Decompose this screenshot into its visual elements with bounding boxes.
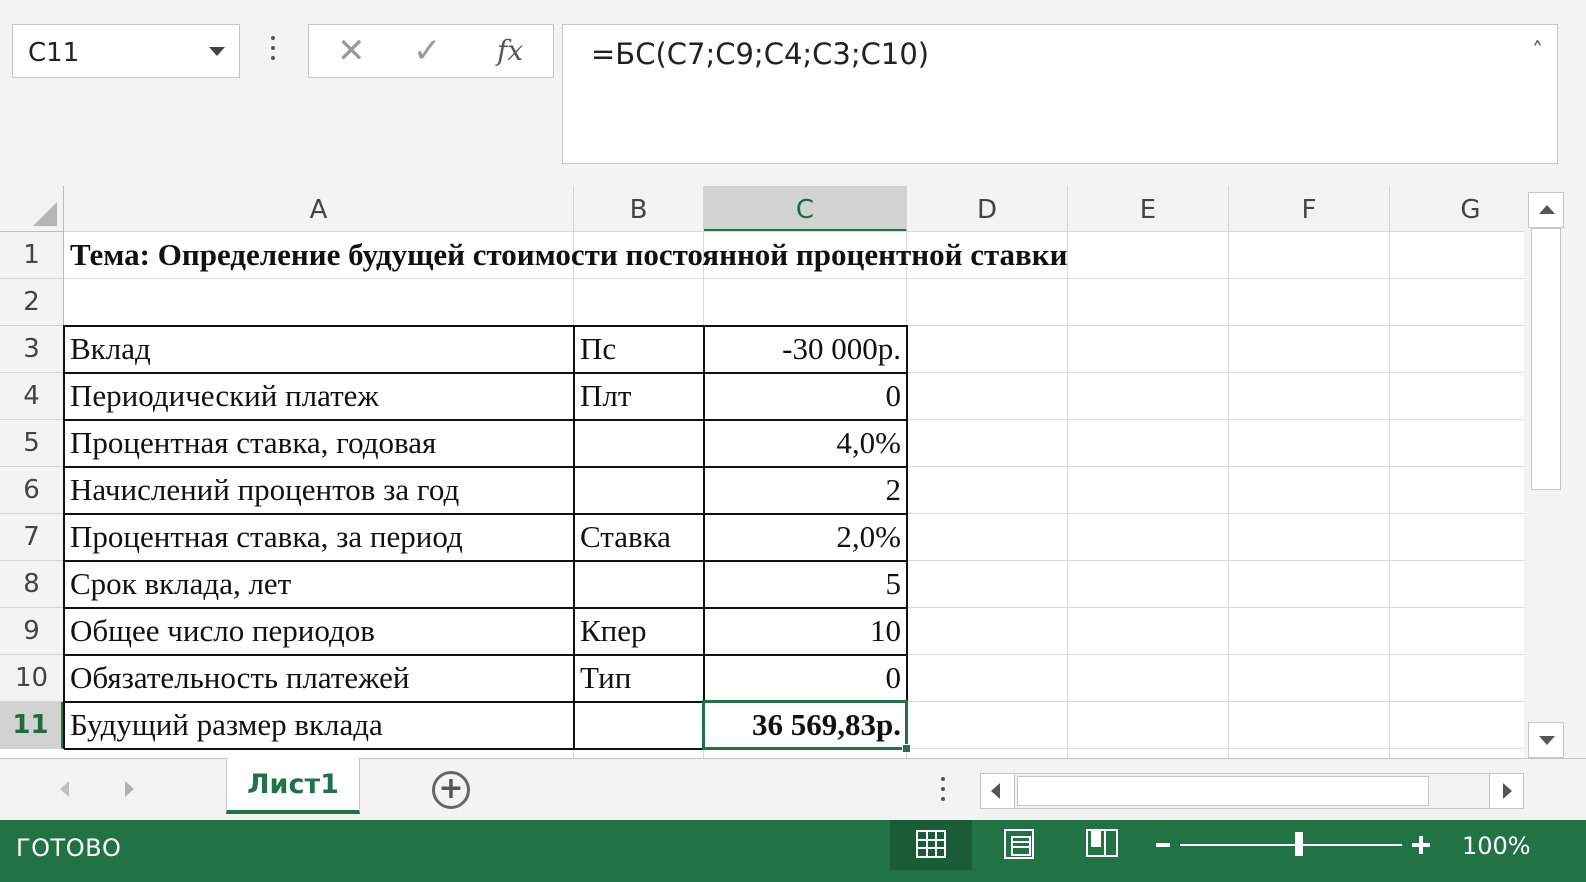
cell-a3[interactable]: Вклад	[64, 326, 574, 373]
zoom-slider-thumb[interactable]	[1295, 832, 1303, 856]
chevron-down-icon[interactable]	[209, 47, 225, 56]
insert-function-icon[interactable]: fx	[497, 31, 523, 71]
cell-b4[interactable]: Плт	[574, 373, 704, 420]
more-vertical-icon[interactable]	[266, 36, 280, 66]
column-header-a[interactable]: A	[64, 186, 574, 232]
cell-b5[interactable]	[574, 420, 704, 467]
gridline-vertical	[1067, 232, 1068, 758]
page-layout-icon	[1004, 829, 1034, 859]
cell-b11[interactable]	[574, 702, 704, 749]
column-header-c[interactable]: C	[704, 186, 907, 232]
normal-view-icon	[916, 830, 946, 858]
cell-a4[interactable]: Периодический платеж	[64, 373, 574, 420]
row-header-8[interactable]: 8	[0, 561, 64, 608]
zoom-out-icon[interactable]	[1156, 843, 1170, 847]
row-header-1[interactable]: 1	[0, 232, 64, 279]
previous-sheet-icon[interactable]	[60, 781, 69, 797]
cell-c3[interactable]: -30 000р.	[704, 326, 907, 373]
horizontal-scrollbar[interactable]	[980, 773, 1524, 809]
scroll-left-button[interactable]	[981, 774, 1015, 808]
next-sheet-icon[interactable]	[125, 781, 134, 797]
status-text: ГОТОВО	[16, 834, 122, 862]
formula-bar-area: C11 ✕ ✓ fx =БС(C7;C9;C4;C3;C10) ˄	[0, 0, 1586, 186]
cell-c8[interactable]: 5	[704, 561, 907, 608]
name-box[interactable]: C11	[12, 24, 240, 78]
sheet-tab-bar: Лист1 +	[0, 758, 1586, 820]
page-break-icon	[1086, 829, 1118, 857]
cancel-icon[interactable]: ✕	[337, 31, 366, 71]
cell-a10[interactable]: Обязательность платежей	[64, 655, 574, 702]
cell-c7[interactable]: 2,0%	[704, 514, 907, 561]
row-header-9[interactable]: 9	[0, 608, 64, 655]
cell-a7[interactable]: Процентная ставка, за период	[64, 514, 574, 561]
cell-b8[interactable]	[574, 561, 704, 608]
row-header-3[interactable]: 3	[0, 326, 64, 373]
formula-input[interactable]: =БС(C7;C9;C4;C3;C10) ˄	[562, 24, 1558, 164]
page-break-view-button[interactable]	[1062, 820, 1144, 870]
cell-b9[interactable]: Кпер	[574, 608, 704, 655]
arrow-down-icon	[1539, 736, 1555, 745]
formula-buttons: ✕ ✓ fx	[308, 24, 554, 78]
normal-view-button[interactable]	[890, 820, 972, 870]
gridline-vertical	[1389, 232, 1390, 758]
zoom-slider-track[interactable]	[1180, 844, 1402, 846]
vertical-scrollbar[interactable]	[1528, 192, 1564, 758]
name-box-value: C11	[28, 38, 80, 68]
arrow-up-icon	[1539, 205, 1555, 214]
active-cell-outline	[702, 700, 908, 750]
page-layout-view-button[interactable]	[976, 820, 1058, 870]
row-header-5[interactable]: 5	[0, 420, 64, 467]
scroll-down-button[interactable]	[1528, 722, 1564, 758]
cell-a9[interactable]: Общее число периодов	[64, 608, 574, 655]
cell-a6[interactable]: Начислений процентов за год	[64, 467, 574, 514]
column-header-d[interactable]: D	[907, 186, 1068, 232]
cell-a1[interactable]: Тема: Определение будущей стоимости пост…	[64, 232, 1074, 279]
spreadsheet-grid[interactable]: A B C D E F G 1 2 3 4 5 6 7 8 9 10 11 Тема: Определение бу…	[0, 186, 1524, 758]
column-header-b[interactable]: B	[574, 186, 704, 232]
more-vertical-icon[interactable]	[938, 777, 948, 807]
row-header-10[interactable]: 10	[0, 655, 64, 702]
row-header-4[interactable]: 4	[0, 373, 64, 420]
select-all-button[interactable]	[0, 186, 64, 232]
sheet-tab-active[interactable]: Лист1	[226, 758, 360, 814]
scroll-up-button[interactable]	[1528, 192, 1564, 228]
collapse-formula-bar-icon[interactable]: ˄	[1532, 39, 1543, 64]
zoom-in-icon[interactable]	[1412, 836, 1430, 854]
column-header-f[interactable]: F	[1229, 186, 1390, 232]
cell-b6[interactable]	[574, 467, 704, 514]
cell-c4[interactable]: 0	[704, 373, 907, 420]
scroll-right-button[interactable]	[1489, 774, 1523, 808]
column-header-g[interactable]: G	[1390, 186, 1524, 232]
cell-a11[interactable]: Будущий размер вклада	[64, 702, 574, 749]
cell-b10[interactable]: Тип	[574, 655, 704, 702]
formula-text: =БС(C7;C9;C4;C3;C10)	[591, 37, 930, 71]
horizontal-scroll-thumb[interactable]	[1017, 776, 1429, 806]
status-bar: ГОТОВО 100%	[0, 820, 1586, 882]
cell-b7[interactable]: Ставка	[574, 514, 704, 561]
column-header-e[interactable]: E	[1068, 186, 1229, 232]
cell-c5[interactable]: 4,0%	[704, 420, 907, 467]
add-sheet-icon[interactable]: +	[432, 771, 470, 809]
fill-handle[interactable]	[902, 744, 911, 753]
zoom-level[interactable]: 100%	[1462, 832, 1531, 860]
cell-c6[interactable]: 2	[704, 467, 907, 514]
vertical-scroll-thumb[interactable]	[1531, 228, 1561, 490]
gridline-vertical	[1228, 232, 1229, 758]
arrow-right-icon	[1503, 783, 1512, 799]
cell-b3[interactable]: Пс	[574, 326, 704, 373]
cell-a8[interactable]: Срок вклада, лет	[64, 561, 574, 608]
cell-c10[interactable]: 0	[704, 655, 907, 702]
row-header-11[interactable]: 11	[0, 702, 64, 749]
enter-check-icon[interactable]: ✓	[413, 31, 442, 71]
row-header-7[interactable]: 7	[0, 514, 64, 561]
row-header-2[interactable]: 2	[0, 279, 64, 326]
row-header-6[interactable]: 6	[0, 467, 64, 514]
cell-c9[interactable]: 10	[704, 608, 907, 655]
cell-a5[interactable]: Процентная ставка, годовая	[64, 420, 574, 467]
arrow-left-icon	[991, 783, 1000, 799]
